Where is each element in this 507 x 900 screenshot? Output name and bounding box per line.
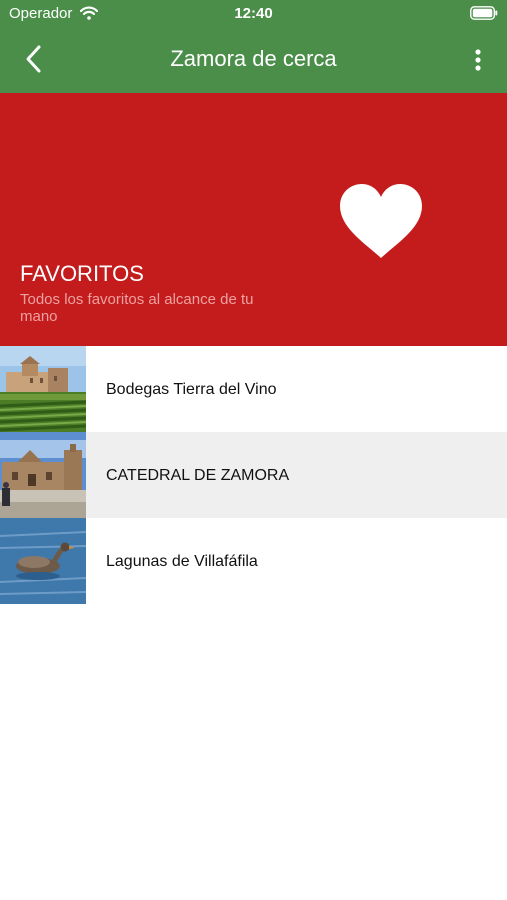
list-item[interactable]: CATEDRAL DE ZAMORA <box>0 432 507 518</box>
heart-icon <box>340 184 422 258</box>
vineyard-photo <box>0 346 86 432</box>
more-vertical-icon <box>475 49 481 71</box>
list-item[interactable]: Bodegas Tierra del Vino <box>0 346 507 432</box>
app-bar: Operador 12:40 Zamora de cerca <box>0 0 507 93</box>
favorites-list: Bodegas Tierra del Vino CATEDRAL DE ZAMO… <box>0 346 507 604</box>
banner-title: FAVORITOS <box>20 261 144 286</box>
banner-subtitle: Todos los favoritos al alcance de tu man… <box>20 291 254 325</box>
cathedral-photo <box>0 432 86 518</box>
favorites-banner: FAVORITOS Todos los favoritos al alcance… <box>0 93 507 346</box>
more-options-button[interactable] <box>466 44 490 76</box>
status-time: 12:40 <box>234 5 273 22</box>
battery-icon <box>470 6 498 20</box>
duck-lagoon-photo <box>0 518 86 604</box>
item-label: Lagunas de Villafáfila <box>106 553 258 570</box>
item-label: Bodegas Tierra del Vino <box>106 381 277 398</box>
page-title: Zamora de cerca <box>170 46 337 71</box>
status-bar: Operador 12:40 <box>0 0 507 28</box>
list-item[interactable]: Lagunas de Villafáfila <box>0 518 507 604</box>
item-label: CATEDRAL DE ZAMORA <box>106 467 290 484</box>
